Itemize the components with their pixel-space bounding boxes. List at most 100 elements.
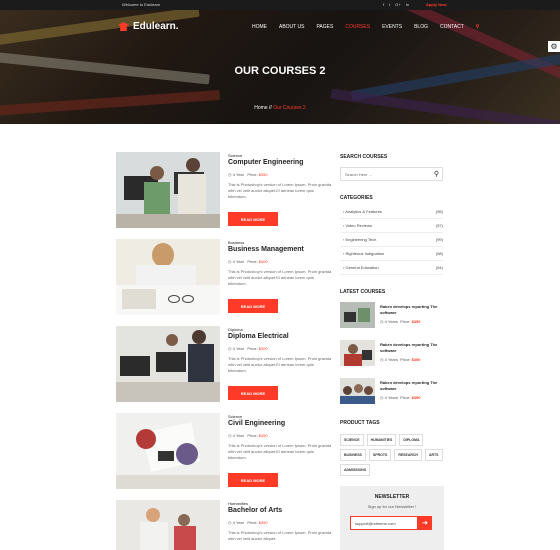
search-icon[interactable]: ⚲ <box>434 170 439 178</box>
course-description: This is Photoshop's version of Lorem Ips… <box>228 530 332 541</box>
tag-humanities[interactable]: HUMANITIES <box>366 434 397 446</box>
newsletter-submit-button[interactable]: ➜ <box>418 516 432 530</box>
category-item[interactable]: › Righteous Indignation (58) <box>340 248 443 261</box>
course-price: $450 <box>258 520 268 525</box>
course-image[interactable] <box>116 500 220 550</box>
course-price: $350 <box>258 172 268 177</box>
latest-course-duration: 4 Years <box>384 357 398 362</box>
category-count: (55) <box>435 209 443 214</box>
read-more-button[interactable]: READ MORE <box>228 299 278 313</box>
clock-icon: ◷ <box>228 259 232 264</box>
breadcrumb-separator: // <box>269 105 272 111</box>
course-title[interactable]: Computer Engineering <box>228 159 303 166</box>
social-links: f t G+ in <box>383 2 409 7</box>
latest-course-item[interactable]: Raken develops reporting The software ◷ … <box>340 378 444 408</box>
category-label: General Education <box>345 265 379 270</box>
nav-courses[interactable]: COURSES <box>345 24 370 30</box>
latest-course-price-label: Price: <box>400 319 411 324</box>
nav-contact[interactable]: CONTACT <box>440 24 464 30</box>
tag-business[interactable]: BUSINESS <box>340 449 366 461</box>
read-more-button[interactable]: READ MORE <box>228 473 278 487</box>
categories-heading: CATEGORIES <box>340 195 373 201</box>
read-more-button[interactable]: READ MORE <box>228 212 278 226</box>
latest-course-item[interactable]: Raken develops reporting The software ◷ … <box>340 340 444 370</box>
course-category: Business <box>228 240 245 245</box>
course-price-label: Price: <box>247 433 258 438</box>
search-courses-heading: SEARCH COURSES <box>340 154 388 160</box>
course-card: Science Civil Engineering ◷ 4 Year Price… <box>116 413 336 493</box>
course-category: Science <box>228 414 243 419</box>
course-meta: ◷ 4 Year Price: $400 <box>228 259 268 264</box>
clock-icon: ◷ <box>380 357 384 362</box>
course-duration: 4 Year <box>232 433 244 438</box>
tag-arts[interactable]: ARTS <box>424 449 443 461</box>
search-icon[interactable]: ⚲ <box>476 24 480 30</box>
google-plus-icon[interactable]: G+ <box>395 2 400 7</box>
latest-course-title[interactable]: Raken develops reporting The software <box>380 304 444 316</box>
course-category: Science <box>228 153 243 158</box>
course-title[interactable]: Diploma Electrical <box>228 333 289 340</box>
search-input[interactable]: Search Here ... ⚲ <box>340 167 443 181</box>
course-title[interactable]: Bachelor of Arts <box>228 507 282 514</box>
clock-icon: ◷ <box>228 433 232 438</box>
facebook-icon[interactable]: f <box>383 2 384 7</box>
latest-course-duration: 4 Years <box>384 395 398 400</box>
newsletter-heading: NEWSLETTER <box>374 494 410 500</box>
twitter-icon[interactable]: t <box>389 2 390 7</box>
search-placeholder: Search Here ... <box>345 172 372 177</box>
latest-course-title[interactable]: Raken develops reporting The software <box>380 342 444 354</box>
nav-events[interactable]: EVENTS <box>382 24 402 30</box>
newsletter-email-input[interactable]: support@rstheme.com <box>350 516 418 530</box>
course-image[interactable] <box>116 152 220 228</box>
tag-sprots[interactable]: SPROTS <box>368 449 392 461</box>
course-description: This is Photoshop's version of Lorem Ips… <box>228 443 332 460</box>
tag-admissions[interactable]: ADMISSIONS <box>340 464 371 476</box>
latest-course-thumb[interactable] <box>340 340 375 366</box>
latest-courses-heading: LATEST COURSES <box>340 289 386 295</box>
latest-course-item[interactable]: Raken develops reporting The software ◷ … <box>340 302 444 332</box>
latest-course-price-label: Price: <box>400 357 411 362</box>
breadcrumb-home[interactable]: Home <box>254 105 267 111</box>
category-count: (99) <box>435 237 443 242</box>
category-label: Righteous Indignation <box>345 251 385 256</box>
course-card: Science Computer Engineering ◷ 4 Year Pr… <box>116 152 336 232</box>
apply-now-link[interactable]: Apply Now <box>426 2 447 7</box>
tag-research[interactable]: RESEARCH <box>394 449 422 461</box>
course-image[interactable] <box>116 413 220 489</box>
course-meta: ◷ 4 Year Price: $300 <box>228 346 268 351</box>
category-item[interactable]: › Video Reviews (57) <box>340 220 443 233</box>
latest-course-thumb[interactable] <box>340 378 375 404</box>
course-category: Humanities <box>228 501 249 506</box>
clock-icon: ◷ <box>228 172 232 177</box>
nav-pages[interactable]: PAGES <box>316 24 333 30</box>
latest-course-price: $350 <box>411 319 421 324</box>
linkedin-icon[interactable]: in <box>406 2 409 7</box>
clock-icon: ◷ <box>228 520 232 525</box>
course-title[interactable]: Business Management <box>228 246 304 253</box>
nav-blog[interactable]: BLOG <box>414 24 428 30</box>
newsletter-widget: NEWSLETTER Sign up for our Newsletter ! … <box>340 486 444 550</box>
category-label: Analytics & Features <box>345 209 382 214</box>
category-count: (54) <box>435 265 443 270</box>
course-card: Business Business Management ◷ 4 Year Pr… <box>116 239 336 319</box>
course-duration: 4 Year <box>232 346 244 351</box>
nav-home[interactable]: HOME <box>252 24 267 30</box>
tag-diploma[interactable]: DIPLOMA <box>399 434 424 446</box>
welcome-text: Welcome to Edulearn <box>122 2 161 7</box>
latest-course-thumb[interactable] <box>340 302 375 328</box>
read-more-button[interactable]: READ MORE <box>228 386 278 400</box>
settings-gear-icon[interactable]: ⚙ <box>548 41 560 52</box>
course-image[interactable] <box>116 326 220 402</box>
category-item[interactable]: › General Education (54) <box>340 262 443 275</box>
latest-course-title[interactable]: Raken develops reporting The software <box>380 380 444 392</box>
course-title[interactable]: Civil Engineering <box>228 420 285 427</box>
nav-about-us[interactable]: ABOUT US <box>279 24 304 30</box>
category-label: Video Reviews <box>345 223 372 228</box>
search-courses-widget: SEARCH COURSES <box>340 154 444 165</box>
site-logo[interactable]: Edulearn. <box>118 21 179 32</box>
graduation-cap-icon <box>118 22 129 31</box>
category-item[interactable]: › Engineering Tech (99) <box>340 234 443 247</box>
category-item[interactable]: › Analytics & Features (55) <box>340 206 443 219</box>
course-image[interactable] <box>116 239 220 315</box>
tag-science[interactable]: SCIENCE <box>340 434 364 446</box>
